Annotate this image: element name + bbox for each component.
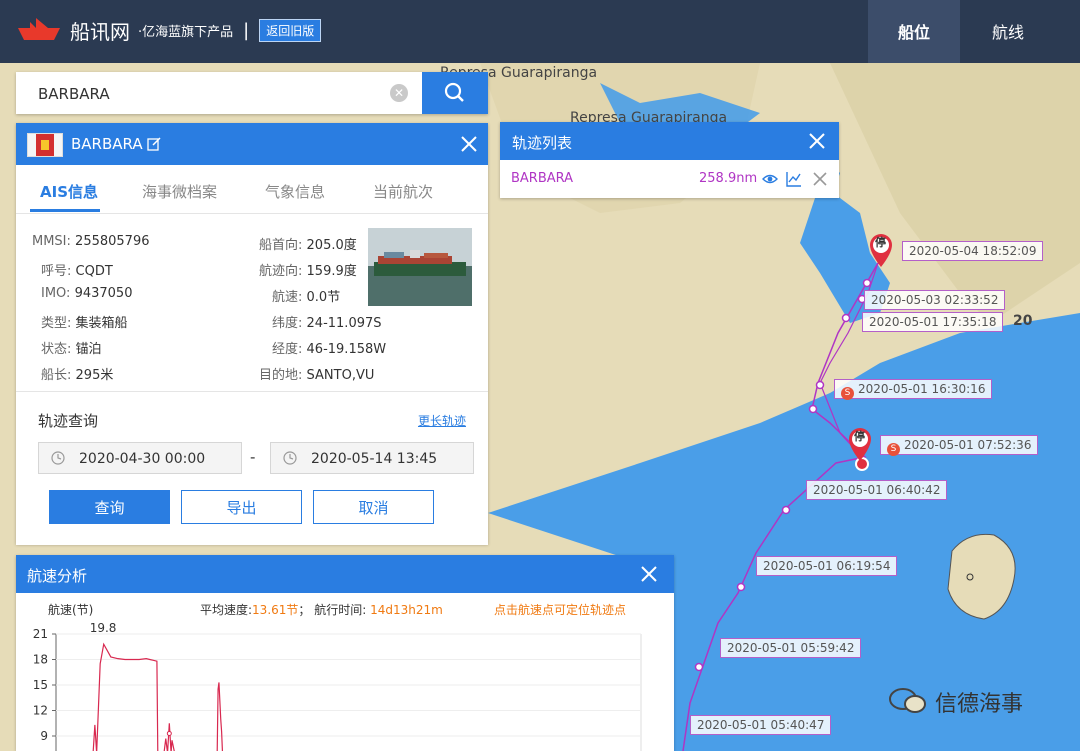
speed-panel-header: 航速分析 xyxy=(16,555,674,593)
track-label[interactable]: 2020-05-01 06:40:42 xyxy=(806,480,948,500)
field-mmsi: MMSI: 255805796 xyxy=(32,234,150,249)
track-query: 轨迹查询 更长轨迹 2020-04-30 00:00 - 2020-05-14 … xyxy=(16,391,488,545)
close-icon[interactable] xyxy=(812,171,828,187)
ship-panel-header: BARBARA xyxy=(16,123,488,165)
track-query-title: 轨迹查询 xyxy=(38,412,99,430)
track-list-row[interactable]: BARBARA 258.9nm xyxy=(500,160,839,198)
field-length: 船长: 295米 xyxy=(41,368,114,383)
track-label[interactable]: 2020-05-03 02:33:52 xyxy=(864,290,1006,310)
field-status: 状态: 锚泊 xyxy=(41,342,102,357)
speed-analysis-panel: 航速分析 航速(节) 平均速度:13.61节； 航行时间: 14d13h21m … xyxy=(16,555,674,751)
track-ship-name: BARBARA xyxy=(511,171,574,186)
tab-route[interactable]: 航线 xyxy=(962,0,1054,63)
track-label[interactable]: 2020-05-01 05:59:42 xyxy=(720,638,862,658)
speed-chart[interactable]: 21 18 15 12 9 19.8 xyxy=(16,593,674,751)
ship-logo-icon xyxy=(18,18,60,40)
grid-number: 20 xyxy=(1013,313,1033,329)
cancel-button[interactable]: 取消 xyxy=(313,490,434,524)
tab-weather[interactable]: 气象信息 xyxy=(265,181,325,202)
wechat-icon xyxy=(889,688,926,713)
field-destination: 目的地: SANTO,VU xyxy=(259,368,375,383)
track-label-stop[interactable]: S 2020-05-01 07:52:36 xyxy=(880,435,1039,456)
clock-icon xyxy=(283,451,297,465)
track-label-stop[interactable]: S 2020-05-01 16:30:16 xyxy=(834,379,993,400)
track-label[interactable]: 2020-05-01 05:40:47 xyxy=(690,715,832,735)
speed-series-line xyxy=(92,642,224,751)
watermark: 信德海事 xyxy=(888,686,1023,718)
field-speed: 航速: 0.0节 xyxy=(272,290,341,305)
search-icon xyxy=(444,82,464,102)
close-icon[interactable] xyxy=(806,130,828,152)
track-distance: 258.9nm xyxy=(699,171,758,186)
track-list-title: 轨迹列表 xyxy=(512,134,573,152)
y-tick-label: 12 xyxy=(33,704,48,718)
y-tick-label: 18 xyxy=(33,653,48,667)
eye-icon[interactable] xyxy=(762,171,778,187)
start-date-field[interactable]: 2020-04-30 00:00 xyxy=(38,442,242,474)
ship-info-panel: BARBARA AIS信息 海事微档案 气象信息 当前航次 MMSI: 2558… xyxy=(16,123,488,545)
clock-icon xyxy=(51,451,65,465)
field-imo: IMO: 9437050 xyxy=(41,286,133,301)
stop-badge: S xyxy=(841,387,854,400)
brand-name: 船讯网 xyxy=(70,19,130,44)
y-tick-label: 21 xyxy=(33,627,48,641)
date-separator: - xyxy=(250,448,256,466)
start-date-value: 2020-04-30 00:00 xyxy=(79,451,206,467)
close-icon[interactable] xyxy=(638,563,660,585)
field-latitude: 纬度: 24-11.097S xyxy=(272,316,382,331)
search-box: ✕ xyxy=(16,72,488,116)
brand-divider: | xyxy=(243,19,250,41)
tab-maritime-archive[interactable]: 海事微档案 xyxy=(142,181,217,202)
tab-current-voyage[interactable]: 当前航次 xyxy=(373,181,433,202)
speed-panel-title: 航速分析 xyxy=(27,567,88,585)
y-tick-label: 15 xyxy=(33,678,48,692)
flag-icon xyxy=(27,133,63,157)
top-bar: 船讯网 ·亿海蓝旗下产品 | 返回旧版 船位 航线 xyxy=(0,0,1080,63)
field-callsign: 呼号: CQDT xyxy=(41,264,113,279)
speed-point xyxy=(166,730,172,736)
logo[interactable]: 船讯网 ·亿海蓝旗下产品 | 返回旧版 xyxy=(16,14,322,46)
field-course: 航迹向: 159.9度 xyxy=(259,264,357,279)
ais-info: MMSI: 255805796 呼号: CQDT IMO: 9437050 类型… xyxy=(16,214,488,392)
search-button[interactable] xyxy=(422,72,488,114)
ship-photo[interactable] xyxy=(368,228,472,306)
max-speed-label: 19.8 xyxy=(90,621,117,635)
track-label[interactable]: 2020-05-04 18:52:09 xyxy=(902,241,1044,261)
end-date-value: 2020-05-14 13:45 xyxy=(311,451,438,467)
close-icon[interactable] xyxy=(458,133,480,155)
end-date-field[interactable]: 2020-05-14 13:45 xyxy=(270,442,474,474)
search-input[interactable] xyxy=(16,72,420,116)
stop-badge: S xyxy=(887,443,900,456)
ship-tabs: AIS信息 海事微档案 气象信息 当前航次 xyxy=(16,165,488,214)
query-button[interactable]: 查询 xyxy=(49,490,170,524)
y-tick-label: 9 xyxy=(40,729,48,743)
chart-icon[interactable] xyxy=(786,171,802,187)
track-label[interactable]: 2020-05-01 06:19:54 xyxy=(756,556,898,576)
field-type: 类型: 集装箱船 xyxy=(41,316,128,331)
longer-track-link[interactable]: 更长轨迹 xyxy=(418,412,466,429)
ship-name: BARBARA xyxy=(71,135,143,153)
tab-underline xyxy=(30,209,100,212)
stop-marker-label: 停 xyxy=(875,236,886,249)
tab-ais-info[interactable]: AIS信息 xyxy=(40,181,98,202)
edit-icon[interactable] xyxy=(147,137,161,151)
brand-subtitle: ·亿海蓝旗下产品 xyxy=(138,24,234,40)
track-label[interactable]: 2020-05-01 17:35:18 xyxy=(862,312,1004,332)
field-longitude: 经度: 46-19.158W xyxy=(272,342,387,357)
clear-icon[interactable]: ✕ xyxy=(390,84,408,102)
track-list-panel: 轨迹列表 BARBARA 258.9nm xyxy=(500,122,839,198)
old-version-button[interactable]: 返回旧版 xyxy=(259,18,322,42)
tab-ship-position[interactable]: 船位 xyxy=(868,0,960,63)
track-list-header: 轨迹列表 xyxy=(500,122,839,160)
export-button[interactable]: 导出 xyxy=(181,490,302,524)
stop-marker-label: 停 xyxy=(854,430,865,443)
field-heading: 船首向: 205.0度 xyxy=(259,238,357,253)
